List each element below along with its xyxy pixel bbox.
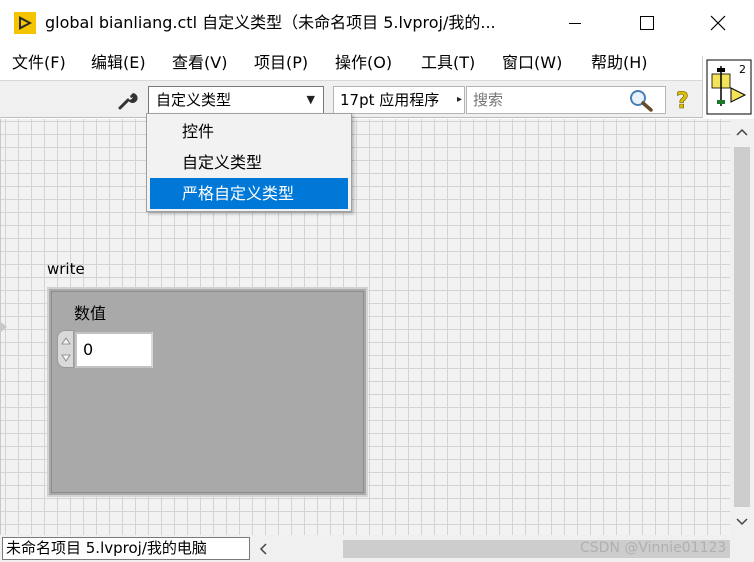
chevron-up-icon	[736, 128, 748, 136]
maximize-icon	[640, 16, 654, 30]
numeric-label: 数值	[74, 304, 107, 323]
cluster-label: write	[47, 260, 85, 278]
help-icon[interactable]: ?	[674, 87, 694, 115]
menu-bar: 文件(F) 编辑(E) 查看(V) 项目(P) 操作(O) 工具(T) 窗口(W…	[0, 46, 700, 80]
menu-file[interactable]: 文件(F)	[12, 52, 66, 74]
menu-tools[interactable]: 工具(T)	[421, 52, 475, 74]
numeric-stepper[interactable]	[57, 330, 74, 368]
svg-text:?: ?	[676, 89, 689, 113]
canvas-edge-marker	[1, 322, 7, 332]
vertical-scroll-thumb[interactable]	[734, 147, 750, 507]
vertical-scrollbar[interactable]	[730, 119, 754, 535]
search-icon[interactable]	[628, 88, 654, 112]
dropdown-item-typedef[interactable]: 自定义类型	[150, 147, 348, 178]
chevron-down-icon: ▼	[306, 93, 315, 106]
watermark: CSDN @Vinnie01123	[580, 540, 727, 556]
font-select[interactable]: 17pt 应用程序 ▸	[333, 86, 465, 114]
font-select-value: 17pt 应用程序	[340, 91, 440, 109]
scroll-up-button[interactable]	[730, 119, 754, 145]
scroll-down-button[interactable]	[730, 509, 754, 535]
close-icon	[710, 15, 726, 31]
decrement-icon[interactable]	[60, 350, 72, 366]
labview-app-icon	[14, 12, 36, 34]
typedef-select-value: 自定义类型	[156, 91, 232, 109]
minimize-icon	[569, 23, 581, 24]
menu-view[interactable]: 查看(V)	[172, 52, 227, 74]
dropdown-item-strict-typedef[interactable]: 严格自定义类型	[150, 178, 348, 209]
chevron-right-icon: ▸	[456, 87, 462, 113]
typedef-dropdown-menu: 控件 自定义类型 严格自定义类型	[146, 113, 352, 212]
minimize-button[interactable]	[548, 0, 602, 46]
numeric-field[interactable]: 0	[75, 332, 153, 368]
scroll-left-button[interactable]	[254, 538, 272, 559]
title-bar: global bianliang.ctl 自定义类型（未命名项目 5.lvpro…	[0, 0, 754, 46]
project-path: 未命名项目 5.lvproj/我的电脑	[2, 537, 250, 560]
chevron-down-icon	[736, 518, 748, 526]
menu-window[interactable]: 窗口(W)	[502, 52, 562, 74]
menu-help[interactable]: 帮助(H)	[591, 52, 648, 74]
dropdown-item-control[interactable]: 控件	[150, 116, 348, 147]
chevron-left-icon	[259, 542, 267, 555]
typedef-select[interactable]: 自定义类型 ▼	[148, 86, 324, 114]
status-bar: 未命名项目 5.lvproj/我的电脑 CSDN @Vinnie01123	[0, 535, 754, 562]
menu-project[interactable]: 项目(P)	[254, 52, 308, 74]
increment-icon[interactable]	[60, 333, 72, 349]
vi-icon-terminal-number: 2	[739, 63, 746, 76]
vi-connector-icon[interactable]: 2	[702, 56, 754, 118]
menu-edit[interactable]: 编辑(E)	[91, 52, 146, 74]
menu-operate[interactable]: 操作(O)	[335, 52, 392, 74]
close-button[interactable]	[691, 0, 745, 46]
maximize-button[interactable]	[620, 0, 674, 46]
wrench-icon[interactable]	[116, 89, 138, 111]
window-title: global bianliang.ctl 自定义类型（未命名项目 5.lvpro…	[45, 13, 496, 32]
